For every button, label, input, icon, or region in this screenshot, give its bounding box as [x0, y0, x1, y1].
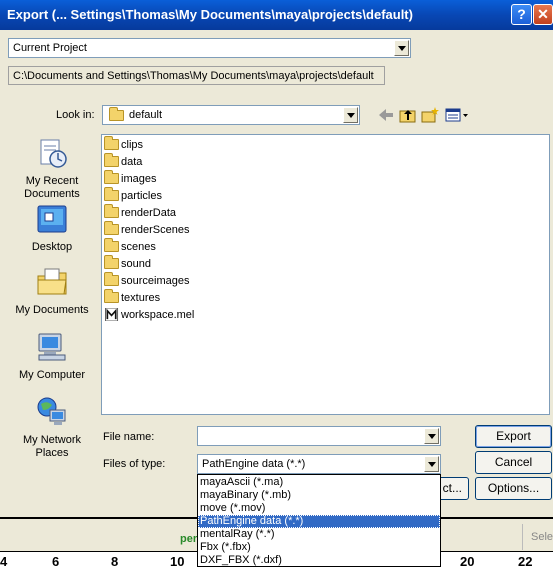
files-of-type-label: Files of type:	[103, 458, 166, 470]
status-text: per	[180, 533, 198, 545]
ruler-tick: 22	[518, 554, 533, 569]
dropdown-option-selected[interactable]: PathEngine data (*.*)	[198, 515, 440, 528]
dropdown-option[interactable]: mentalRay (*.*)	[198, 528, 440, 541]
dropdown-option[interactable]: mayaBinary (*.mb)	[198, 489, 440, 502]
partial-hidden-button-label: ct...	[442, 481, 462, 495]
window-title: Export (... Settings\Thomas\My Documents…	[7, 7, 413, 22]
network-places-icon	[37, 397, 66, 425]
folder-icon	[109, 107, 124, 121]
place-label: My Computer	[18, 369, 86, 381]
look-in-label: Look in:	[56, 109, 95, 121]
file-name-label: File name:	[103, 431, 155, 443]
look-in-value: default	[129, 109, 163, 121]
export-button[interactable]: Export	[475, 425, 552, 448]
project-select[interactable]: Current Project	[8, 38, 411, 58]
dropdown-option[interactable]: mayaAscii (*.ma)	[198, 476, 440, 489]
place-my-documents[interactable]: My Documents	[6, 266, 98, 317]
cancel-button[interactable]: Cancel	[475, 451, 552, 474]
place-label: My Network Places	[22, 434, 82, 459]
options-button[interactable]: Options...	[475, 477, 552, 500]
my-computer-icon	[38, 333, 66, 361]
place-my-computer[interactable]: My Computer	[6, 331, 98, 382]
view-menu-icon[interactable]	[445, 107, 469, 123]
project-select-value: Current Project	[13, 42, 87, 54]
up-folder-icon[interactable]	[399, 107, 417, 123]
look-in-select[interactable]: default	[102, 105, 360, 125]
place-desktop[interactable]: Desktop	[6, 203, 98, 254]
back-icon[interactable]	[377, 107, 395, 123]
folder-icon	[104, 255, 119, 269]
ruler-tick: 8	[111, 554, 119, 569]
folder-icon	[104, 221, 119, 235]
file-name-input[interactable]	[197, 426, 441, 446]
place-network[interactable]: My Network Places	[6, 396, 98, 460]
folder-icon	[104, 238, 119, 252]
folder-icon	[104, 153, 119, 167]
folder-icon	[104, 204, 119, 218]
place-label: My Recent Documents	[24, 175, 80, 200]
place-recent-documents[interactable]: My Recent Documents	[6, 137, 98, 201]
folder-icon	[104, 289, 119, 303]
dropdown-option[interactable]: Fbx (*.fbx)	[198, 541, 440, 554]
project-path-text: C:\Documents and Settings\Thomas\My Docu…	[13, 70, 374, 82]
close-button[interactable]: ✕	[533, 4, 553, 25]
files-of-type-value: PathEngine data (*.*)	[202, 458, 306, 470]
recent-documents-icon	[40, 139, 67, 168]
chevron-down-icon[interactable]	[394, 40, 409, 56]
folder-icon	[104, 272, 119, 286]
chevron-down-icon[interactable]	[424, 456, 439, 472]
new-folder-icon[interactable]	[421, 107, 439, 123]
file-list[interactable]: clips data images particles renderData r…	[101, 134, 550, 415]
my-documents-icon	[37, 268, 67, 295]
export-dialog: Export (... Settings\Thomas\My Documents…	[0, 0, 553, 517]
file-type-dropdown[interactable]: mayaAscii (*.ma) mayaBinary (*.mb) move …	[197, 474, 441, 567]
folder-icon	[104, 170, 119, 184]
folder-icon	[104, 136, 119, 150]
chevron-down-icon[interactable]	[424, 428, 439, 444]
help-button[interactable]: ?	[511, 4, 532, 25]
dropdown-option[interactable]: DXF_FBX (*.dxf)	[198, 554, 440, 567]
maya-file-icon	[105, 308, 119, 321]
project-path-field: C:\Documents and Settings\Thomas\My Docu…	[8, 66, 385, 85]
ruler-tick: 10	[170, 554, 185, 569]
place-label: My Documents	[15, 304, 89, 316]
chevron-down-icon[interactable]	[343, 107, 358, 123]
files-of-type-select[interactable]: PathEngine data (*.*)	[197, 454, 441, 474]
folder-icon	[104, 187, 119, 201]
title-bar[interactable]: Export (... Settings\Thomas\My Documents…	[0, 0, 553, 30]
ruler-tick: 20	[460, 554, 475, 569]
select-button[interactable]: Sele	[522, 524, 553, 550]
dropdown-option[interactable]: move (*.mov)	[198, 502, 440, 515]
desktop-icon	[37, 205, 67, 233]
ruler-tick: 6	[52, 554, 60, 569]
place-label: Desktop	[31, 241, 73, 253]
ruler-tick: 4	[0, 554, 8, 569]
